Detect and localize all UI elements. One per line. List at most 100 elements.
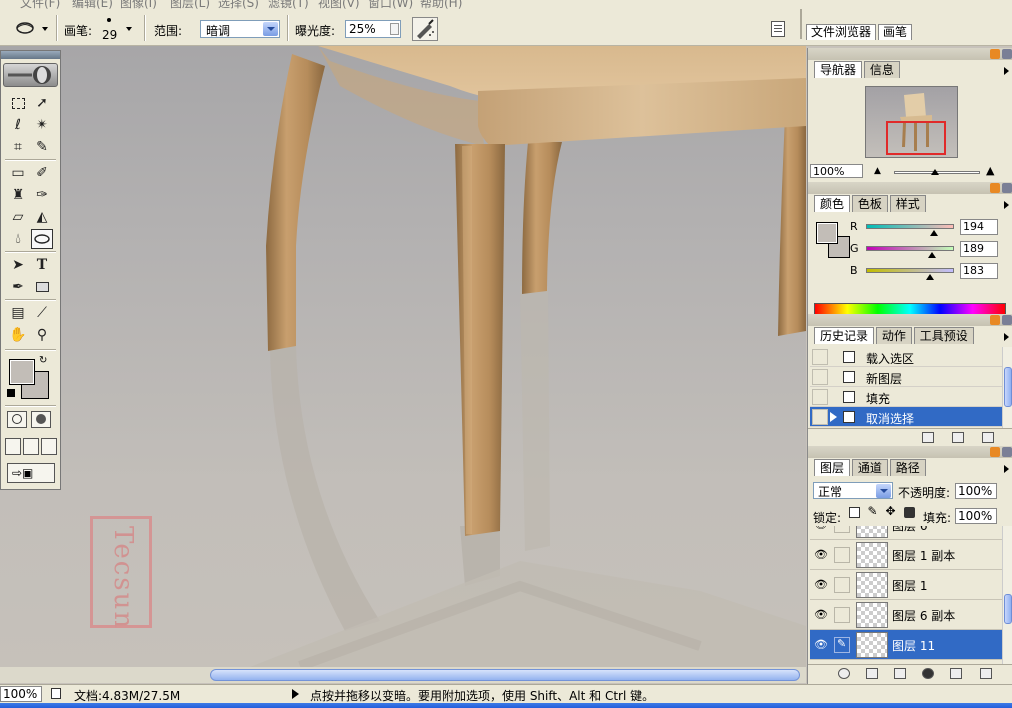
tab-color[interactable]: 颜色 <box>814 195 851 212</box>
menu-layer[interactable]: 图层(L) <box>170 0 210 9</box>
standard-mode-button[interactable] <box>7 411 27 428</box>
visibility-eye-icon[interactable]: 👁︎ <box>814 526 828 531</box>
jump-to-imageready-button[interactable]: ⇨▣ <box>7 463 55 483</box>
exposure-spin-button[interactable] <box>390 23 399 35</box>
navigator-panel-titlebar[interactable] <box>808 48 1012 60</box>
blur-tool[interactable]: 💧︎ <box>7 229 29 249</box>
visibility-eye-icon[interactable]: 👁︎ <box>814 639 828 651</box>
blue-slider-thumb[interactable] <box>926 274 934 280</box>
layers-panel-titlebar[interactable] <box>808 446 1012 458</box>
history-panel-titlebar[interactable] <box>808 314 1012 326</box>
history-item-deselect[interactable]: 取消选择 <box>810 407 1002 427</box>
tab-brushes[interactable]: 画笔 <box>878 24 913 40</box>
default-colors-icon[interactable] <box>7 389 15 397</box>
tab-tool-presets[interactable]: 工具预设 <box>913 327 974 344</box>
status-menu-arrow-icon[interactable] <box>292 689 299 699</box>
lock-all-icon[interactable] <box>904 507 915 518</box>
brush-picker[interactable]: 29 <box>98 15 134 43</box>
red-slider[interactable] <box>866 224 954 229</box>
menu-image[interactable]: 图像(I) <box>120 0 157 9</box>
layer-row[interactable]: 👁︎ 图层 6 <box>810 526 1002 540</box>
layer-row[interactable]: 👁︎ 图层 6 副本 <box>810 600 1002 630</box>
trash-icon[interactable] <box>982 432 994 443</box>
history-brush-source-checkbox[interactable] <box>812 369 828 385</box>
type-tool[interactable]: T <box>31 255 53 275</box>
tab-history[interactable]: 历史记录 <box>814 327 875 344</box>
paint-bucket-tool[interactable]: ◭ <box>31 207 53 227</box>
tab-navigator[interactable]: 导航器 <box>814 61 863 78</box>
foreground-swatch[interactable] <box>816 222 838 244</box>
menu-select[interactable]: 选择(S) <box>218 0 259 9</box>
history-brush-tool[interactable]: ✑ <box>31 185 53 205</box>
exposure-field[interactable]: 25% <box>345 20 401 38</box>
zoom-field[interactable]: 100% <box>0 686 42 702</box>
airbrush-button[interactable] <box>412 17 438 41</box>
history-state-slider-icon[interactable] <box>830 412 837 422</box>
quick-mask-button[interactable] <box>31 411 51 428</box>
eraser-tool[interactable]: ▱ <box>7 207 29 227</box>
menu-edit[interactable]: 编辑(E) <box>72 0 113 9</box>
eyedropper-tool[interactable]: ⟋ <box>31 303 53 323</box>
panel-menu-icon[interactable] <box>1004 67 1009 75</box>
tab-paths[interactable]: 路径 <box>889 459 926 476</box>
menu-filter[interactable]: 滤镜(T) <box>268 0 309 9</box>
blend-mode-select[interactable]: 正常 <box>813 482 893 499</box>
path-select-tool[interactable]: ➤ <box>7 255 29 275</box>
new-set-folder-icon[interactable] <box>894 668 906 679</box>
adjustment-layer-icon[interactable] <box>922 668 934 679</box>
layer-row-selected[interactable]: 👁︎ ✎ 图层 11 <box>810 630 1002 660</box>
slice-tool[interactable]: ✎ <box>31 137 53 157</box>
fill-field[interactable]: 100% <box>955 508 997 524</box>
document-canvas[interactable]: Tecsun <box>0 46 806 671</box>
zoom-tool[interactable]: ⚲ <box>31 325 53 345</box>
shape-tool[interactable] <box>31 277 53 297</box>
notes-tool[interactable]: ▤ <box>7 303 29 323</box>
zoom-in-icon[interactable]: ▲ <box>986 164 994 177</box>
opacity-field[interactable]: 100% <box>955 483 997 499</box>
tab-channels[interactable]: 通道 <box>851 459 888 476</box>
menu-help[interactable]: 帮助(H) <box>420 0 462 9</box>
panel-menu-icon[interactable] <box>1004 465 1009 473</box>
green-slider[interactable] <box>866 246 954 251</box>
panel-menu-icon[interactable] <box>1004 201 1009 209</box>
tab-swatches[interactable]: 色板 <box>851 195 888 212</box>
brush-tool[interactable]: ✐ <box>31 163 53 183</box>
menu-file[interactable]: 文件(F) <box>20 0 60 9</box>
palette-well-icon[interactable] <box>771 21 785 37</box>
history-item-load-selection[interactable]: 载入选区 <box>810 347 1002 367</box>
magic-wand-tool[interactable]: ✴ <box>31 115 53 135</box>
layer-row[interactable]: 👁︎ 图层 1 <box>810 570 1002 600</box>
navigator-thumbnail[interactable] <box>865 86 958 158</box>
zoom-out-icon[interactable]: ▲ <box>874 166 881 176</box>
layer-link-toggle[interactable] <box>834 526 850 533</box>
panel-menu-icon[interactable] <box>1004 333 1009 341</box>
slider-thumb[interactable] <box>931 169 939 175</box>
screen-mode-standard[interactable] <box>5 438 21 455</box>
navigator-zoom-slider[interactable] <box>894 169 980 175</box>
history-brush-source-checkbox[interactable] <box>812 349 828 365</box>
screen-mode-full[interactable] <box>41 438 57 455</box>
visibility-eye-icon[interactable]: 👁︎ <box>814 579 828 591</box>
adobe-online-icon[interactable] <box>3 63 58 87</box>
layers-scrollbar[interactable] <box>1002 526 1012 664</box>
minimize-icon[interactable] <box>990 183 1000 193</box>
foreground-color-swatch[interactable] <box>9 359 35 385</box>
layer-row[interactable]: 👁︎ 图层 1 副本 <box>810 540 1002 570</box>
swap-colors-icon[interactable]: ↻ <box>39 355 47 366</box>
screen-mode-full-menu[interactable] <box>23 438 39 455</box>
layer-link-toggle[interactable] <box>834 547 850 563</box>
tool-preset-picker[interactable] <box>14 18 50 38</box>
scrollbar-thumb[interactable] <box>1004 594 1012 624</box>
snapshot-camera-icon[interactable] <box>952 432 964 443</box>
red-value-field[interactable]: 194 <box>960 219 998 235</box>
scrollbar-thumb[interactable] <box>1004 367 1012 407</box>
layer-style-icon[interactable] <box>838 668 850 679</box>
visibility-eye-icon[interactable]: 👁︎ <box>814 549 828 561</box>
lock-position-icon[interactable]: ✥ <box>885 505 896 518</box>
scrollbar-thumb[interactable] <box>210 669 800 681</box>
navigator-view-box[interactable] <box>886 121 946 155</box>
close-icon[interactable] <box>1002 447 1012 457</box>
tab-actions[interactable]: 动作 <box>875 327 912 344</box>
new-layer-icon[interactable] <box>950 668 962 679</box>
new-document-from-state-icon[interactable] <box>922 432 934 443</box>
